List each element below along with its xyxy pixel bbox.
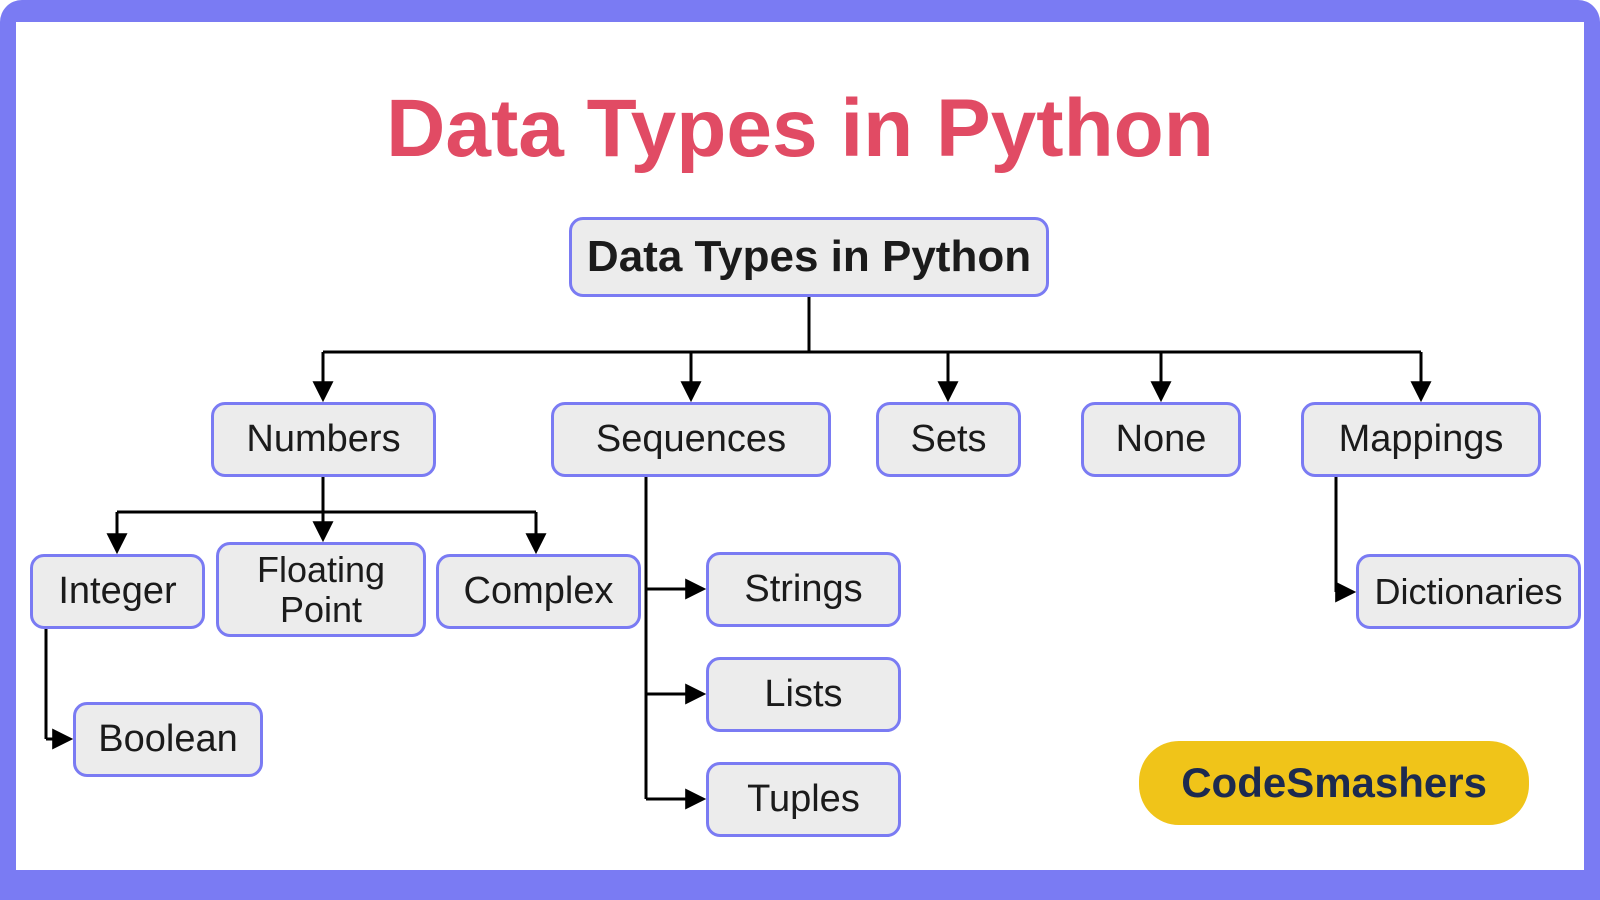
node-complex: Complex xyxy=(436,554,641,629)
node-numbers: Numbers xyxy=(211,402,436,477)
node-sequences: Sequences xyxy=(551,402,831,477)
node-root: Data Types in Python xyxy=(569,217,1049,297)
node-sets: Sets xyxy=(876,402,1021,477)
node-mappings: Mappings xyxy=(1301,402,1541,477)
node-strings: Strings xyxy=(706,552,901,627)
node-lists: Lists xyxy=(706,657,901,732)
node-floating-point: Floating Point xyxy=(216,542,426,637)
node-dictionaries: Dictionaries xyxy=(1356,554,1581,629)
node-none: None xyxy=(1081,402,1241,477)
page-title: Data Types in Python xyxy=(16,82,1584,176)
brand-logo: CodeSmashers xyxy=(1139,741,1529,825)
node-tuples: Tuples xyxy=(706,762,901,837)
node-integer: Integer xyxy=(30,554,205,629)
node-boolean: Boolean xyxy=(73,702,263,777)
diagram-frame: Data Types in Python Data Types in Pytho… xyxy=(0,0,1600,900)
